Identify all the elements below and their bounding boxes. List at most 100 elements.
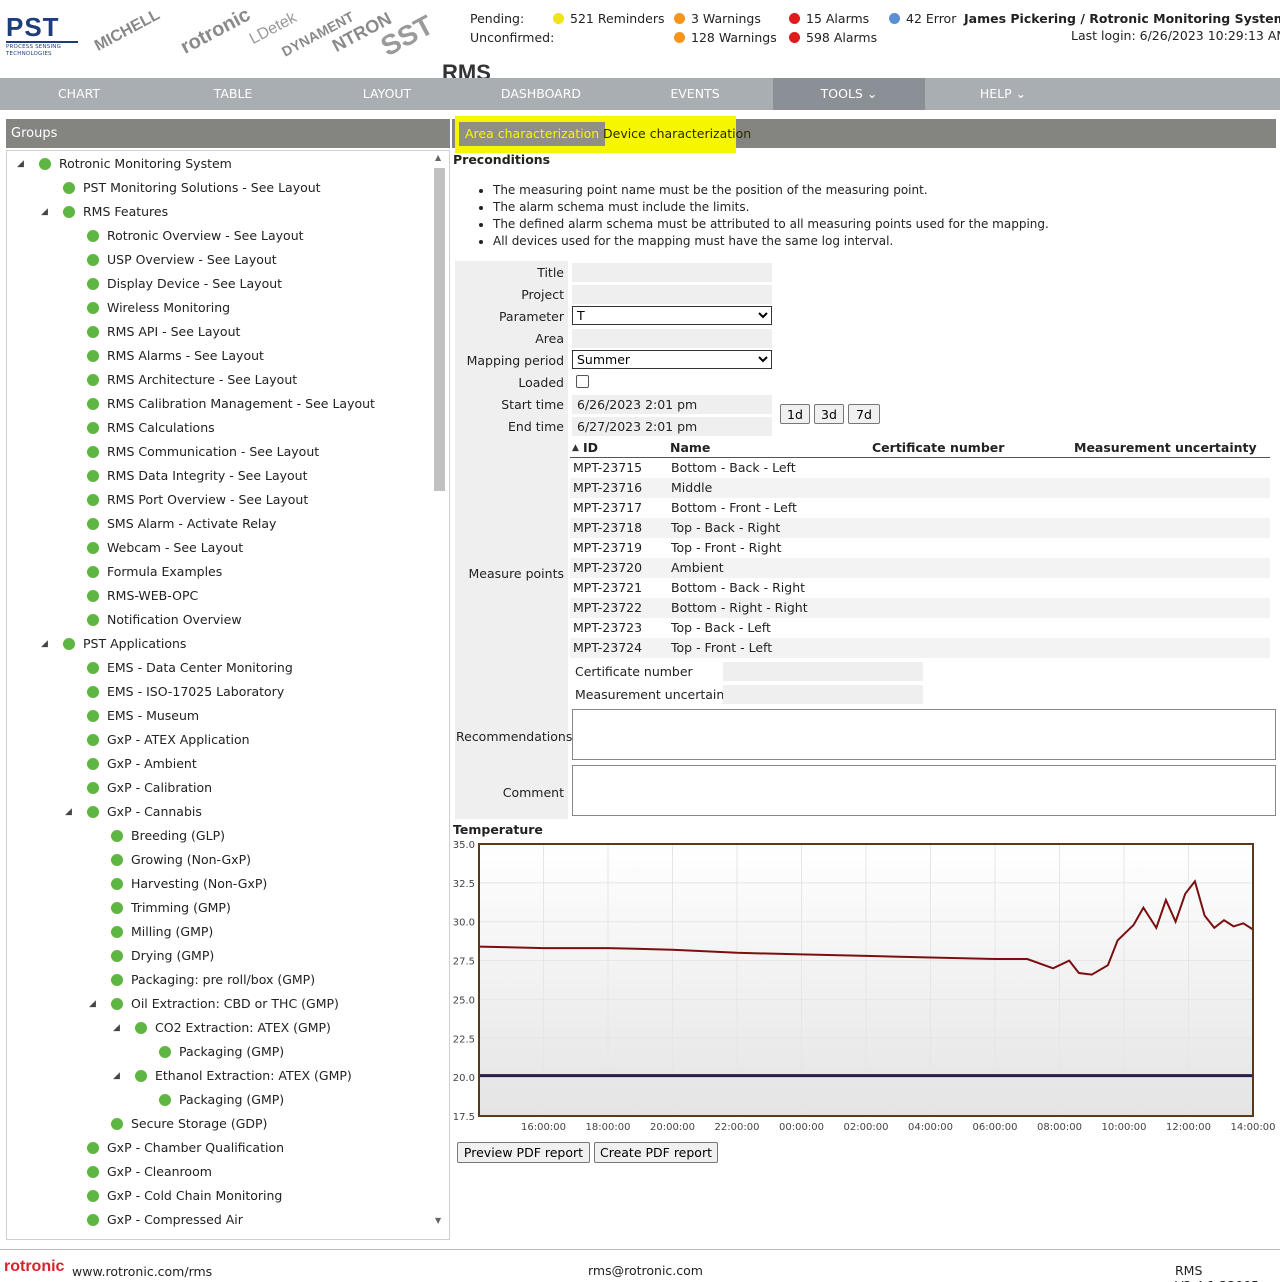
tree-node[interactable]: Rotronic Monitoring System: [39, 153, 232, 175]
nav-dashboard[interactable]: DASHBOARD: [464, 78, 618, 110]
tab-area-characterization[interactable]: Area characterization: [459, 122, 606, 146]
tree-node[interactable]: RMS API - See Layout: [87, 321, 240, 343]
table-row[interactable]: MPT-23720 Ambient: [570, 558, 1270, 578]
create-pdf-button[interactable]: Create PDF report: [594, 1142, 718, 1163]
tree-node[interactable]: SMS Alarm - Activate Relay: [87, 513, 276, 535]
mapping-period-select[interactable]: Summer: [572, 350, 772, 369]
tree-node[interactable]: Drying (GMP): [111, 945, 214, 967]
tree-node[interactable]: GxP - Ambient: [87, 753, 197, 775]
col-name[interactable]: Name: [670, 438, 710, 458]
tree-node[interactable]: RMS Alarms - See Layout: [87, 345, 264, 367]
parameter-select[interactable]: T: [572, 306, 772, 325]
tree-node[interactable]: Oil Extraction: CBD or THC (GMP): [111, 993, 339, 1015]
table-row[interactable]: MPT-23717 Bottom - Front - Left: [570, 498, 1270, 518]
expand-toggle-icon[interactable]: ◢: [89, 993, 96, 1015]
tree-node[interactable]: GxP - Cold Chain Monitoring: [87, 1185, 282, 1207]
tree-node[interactable]: Formula Examples: [87, 561, 222, 583]
tree-node[interactable]: EMS - ISO-17025 Laboratory: [87, 681, 284, 703]
pending-reminders[interactable]: 521 Reminders: [553, 11, 665, 26]
expand-toggle-icon[interactable]: ◢: [17, 153, 24, 175]
tree-node[interactable]: PST Monitoring Solutions - See Layout: [63, 177, 321, 199]
tree-node[interactable]: RMS Data Integrity - See Layout: [87, 465, 307, 487]
tree-node[interactable]: Wireless Monitoring: [87, 297, 230, 319]
tree-node[interactable]: RMS Communication - See Layout: [87, 441, 319, 463]
tree-node[interactable]: Ethanol Extraction: ATEX (GMP): [135, 1065, 352, 1087]
nav-events[interactable]: EVENTS: [618, 78, 772, 110]
table-row[interactable]: MPT-23715 Bottom - Back - Left: [570, 458, 1270, 478]
tree-node[interactable]: GxP - ATEX Application: [87, 729, 250, 751]
tree-node[interactable]: RMS Calibration Management - See Layout: [87, 393, 375, 415]
range-3d-button[interactable]: 3d: [814, 404, 844, 424]
unconfirmed-warnings[interactable]: 128 Warnings: [674, 30, 777, 45]
pending-errors[interactable]: 42 Error: [889, 11, 956, 26]
table-row[interactable]: MPT-23718 Top - Back - Right: [570, 518, 1270, 538]
recommendations-textarea[interactable]: [572, 709, 1276, 760]
tree-node[interactable]: USP Overview - See Layout: [87, 249, 277, 271]
tree-node[interactable]: CO2 Extraction: ATEX (GMP): [135, 1017, 331, 1039]
area-input[interactable]: [572, 329, 772, 348]
nav-table[interactable]: TABLE: [156, 78, 310, 110]
col-id[interactable]: ID: [583, 438, 598, 458]
tree-node[interactable]: Webcam - See Layout: [87, 537, 243, 559]
expand-toggle-icon[interactable]: ◢: [41, 201, 48, 223]
tree-node[interactable]: GxP - Cannabis: [87, 801, 202, 823]
scroll-thumb[interactable]: [434, 168, 445, 491]
tree-node[interactable]: GxP - Calibration: [87, 777, 212, 799]
tree-node[interactable]: Secure Storage (GDP): [111, 1113, 267, 1135]
sort-asc-icon[interactable]: ▲: [572, 438, 579, 458]
table-row[interactable]: MPT-23724 Top - Front - Left: [570, 638, 1270, 658]
tree-node[interactable]: GxP - Cleanroom: [87, 1161, 212, 1183]
scroll-up-icon[interactable]: ▲: [435, 153, 441, 162]
title-input[interactable]: [572, 263, 772, 282]
range-1d-button[interactable]: 1d: [780, 404, 810, 424]
tree-node[interactable]: PST Applications: [63, 633, 186, 655]
uncertainty-input[interactable]: [723, 685, 923, 704]
start-time-input[interactable]: 6/26/2023 2:01 pm: [572, 395, 772, 414]
tree-node[interactable]: RMS Calculations: [87, 417, 215, 439]
tree-node[interactable]: GxP - Compressed Air: [87, 1209, 243, 1231]
table-row[interactable]: MPT-23722 Bottom - Right - Right: [570, 598, 1270, 618]
pending-alarms[interactable]: 15 Alarms: [789, 11, 869, 26]
col-certificate[interactable]: Certificate number: [872, 438, 1004, 458]
tree-node[interactable]: Packaging: pre roll/box (GMP): [111, 969, 315, 991]
tree-node[interactable]: Rotronic Overview - See Layout: [87, 225, 304, 247]
expand-toggle-icon[interactable]: ◢: [113, 1017, 120, 1039]
tree-node[interactable]: Harvesting (Non-GxP): [111, 873, 267, 895]
tree-node[interactable]: EMS - Data Center Monitoring: [87, 657, 293, 679]
table-row[interactable]: MPT-23716 Middle: [570, 478, 1270, 498]
tree-node[interactable]: Display Device - See Layout: [87, 273, 282, 295]
expand-toggle-icon[interactable]: ◢: [113, 1065, 120, 1087]
nav-help[interactable]: HELP ⌄: [926, 78, 1080, 110]
col-uncertainty[interactable]: Measurement uncertainty: [1074, 438, 1257, 458]
nav-tools[interactable]: TOOLS ⌄: [773, 78, 925, 110]
comment-textarea[interactable]: [572, 765, 1276, 816]
user-menu[interactable]: James Pickering / Rotronic Monitoring Sy…: [964, 11, 1280, 26]
expand-toggle-icon[interactable]: ◢: [41, 633, 48, 655]
tree-node[interactable]: GxP - Chamber Qualification: [87, 1137, 284, 1159]
nav-chart[interactable]: CHART: [2, 78, 156, 110]
table-row[interactable]: MPT-23719 Top - Front - Right: [570, 538, 1270, 558]
tree-node[interactable]: Packaging (GMP): [159, 1089, 284, 1111]
pending-warnings[interactable]: 3 Warnings: [674, 11, 761, 26]
unconfirmed-alarms[interactable]: 598 Alarms: [789, 30, 877, 45]
scroll-down-icon[interactable]: ▼: [435, 1216, 441, 1225]
expand-toggle-icon[interactable]: ◢: [65, 801, 72, 823]
tree-node[interactable]: Trimming (GMP): [111, 897, 231, 919]
loaded-checkbox[interactable]: [576, 375, 589, 388]
range-7d-button[interactable]: 7d: [848, 404, 880, 424]
preview-pdf-button[interactable]: Preview PDF report: [457, 1142, 590, 1163]
tab-device-characterization[interactable]: Device characterization: [597, 122, 757, 146]
tree-node[interactable]: Packaging (GMP): [159, 1041, 284, 1063]
table-row[interactable]: MPT-23721 Bottom - Back - Right: [570, 578, 1270, 598]
tree-scrollbar[interactable]: ▲ ▼: [432, 153, 447, 1238]
nav-layout[interactable]: LAYOUT: [310, 78, 464, 110]
tree-node[interactable]: RMS Features: [63, 201, 168, 223]
tree-node[interactable]: Milling (GMP): [111, 921, 213, 943]
table-row[interactable]: MPT-23723 Top - Back - Left: [570, 618, 1270, 638]
project-input[interactable]: [572, 285, 772, 304]
end-time-input[interactable]: 6/27/2023 2:01 pm: [572, 417, 772, 436]
footer-email-link[interactable]: rms@rotronic.com: [588, 1263, 703, 1278]
tree-node[interactable]: Notification Overview: [87, 609, 242, 631]
tree-node[interactable]: RMS Architecture - See Layout: [87, 369, 297, 391]
tree-node[interactable]: RMS-WEB-OPC: [87, 585, 198, 607]
